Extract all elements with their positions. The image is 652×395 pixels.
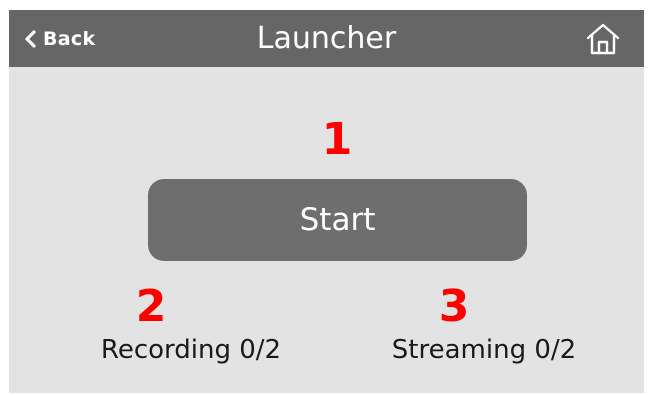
start-button-label: Start — [299, 202, 376, 238]
recording-status: Recording 0/2 — [100, 335, 282, 365]
streaming-status: Streaming 0/2 — [391, 335, 577, 365]
home-button[interactable] — [583, 20, 623, 58]
page-title: Launcher — [256, 21, 397, 56]
back-label: Back — [43, 27, 96, 50]
chevron-left-icon — [25, 29, 36, 48]
callout-number-2: 2 — [135, 281, 167, 332]
start-button[interactable]: Start — [148, 179, 527, 261]
header-bar: Back Launcher — [9, 10, 644, 67]
callout-number-1: 1 — [321, 114, 353, 165]
home-icon — [586, 23, 620, 55]
launcher-screen: Back Launcher 1 Start 2 3 Recording 0/2 … — [9, 10, 644, 393]
back-button[interactable]: Back — [23, 10, 95, 67]
callout-number-3: 3 — [438, 281, 470, 332]
